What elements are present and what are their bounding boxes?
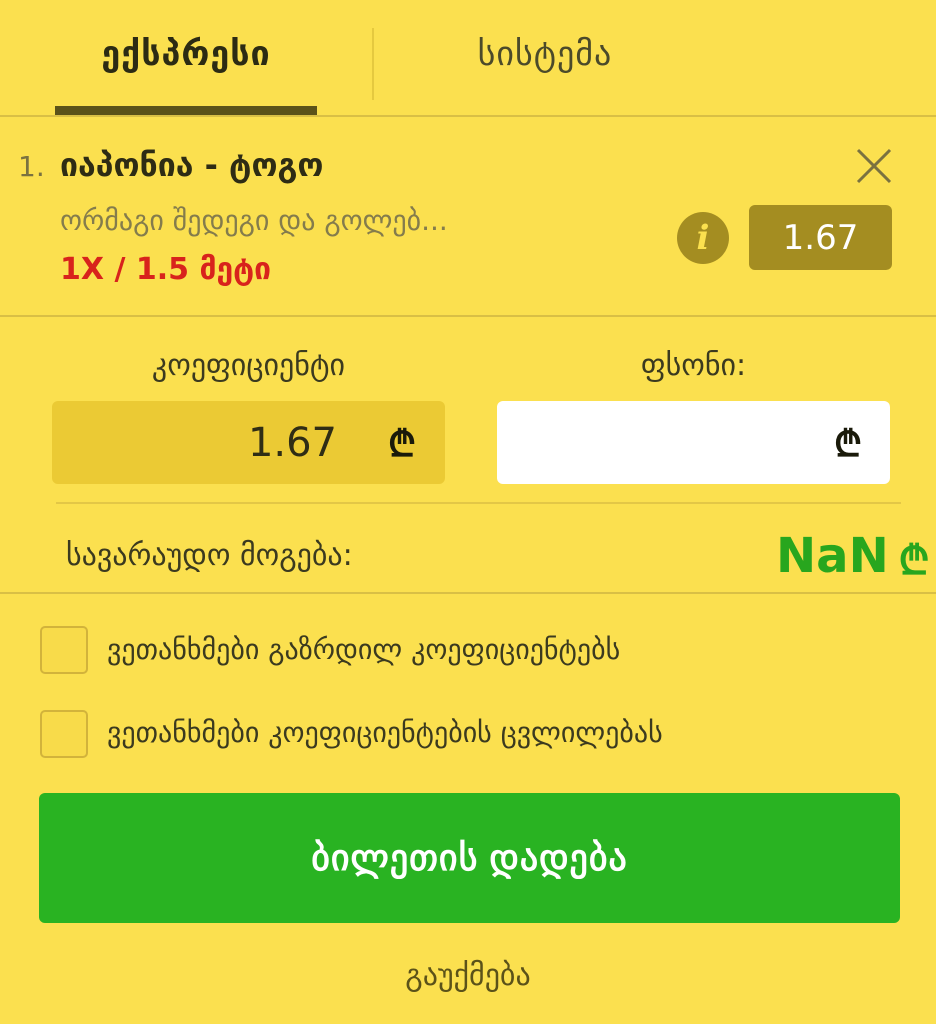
bet-market: ორმაგი შედეგი და გოლებ... [60,204,448,237]
remove-bet-button[interactable] [852,144,896,188]
lari-icon: ₾ [898,537,930,584]
tab-divider [372,28,374,100]
tabs-divider [0,115,936,117]
place-bet-button[interactable]: ბილეთის დადება [39,793,900,923]
tab-system[interactable]: სისტემა [380,0,710,108]
accept-increased-odds-checkbox[interactable] [40,626,88,674]
info-icon[interactable]: i [677,212,729,264]
tab-express[interactable]: ექსპრესი [55,0,317,108]
cancel-button[interactable]: გაუქმება [0,958,936,993]
bet-pick: 1X / 1.5 მეტი [60,252,272,287]
accept-odds-change-checkbox[interactable] [40,710,88,758]
bet-divider [0,315,936,317]
lari-icon: ₾ [388,424,416,465]
accept-increased-odds-label[interactable]: ვეთანხმები გაზრდილ კოეფიციენტებს [107,633,620,666]
potential-winnings-label: სავარაუდო მოგება: [66,538,353,573]
winnings-divider [0,592,936,594]
bet-odds-badge: 1.67 [749,205,892,270]
lari-icon: ₾ [834,424,862,465]
potential-winnings-value: NaN [776,528,889,584]
bet-match-title: იაპონია - ტოგო [60,146,324,184]
accept-odds-change-label[interactable]: ვეთანხმები კოეფიციენტების ცვლილებას [107,716,663,749]
stake-divider [56,502,901,504]
close-icon [856,148,892,184]
coefficient-label: კოეფიციენტი [151,348,346,383]
coefficient-value: 1.67 [247,419,337,466]
bet-index: 1. [18,150,45,183]
stake-label: ფსონი: [640,348,747,383]
